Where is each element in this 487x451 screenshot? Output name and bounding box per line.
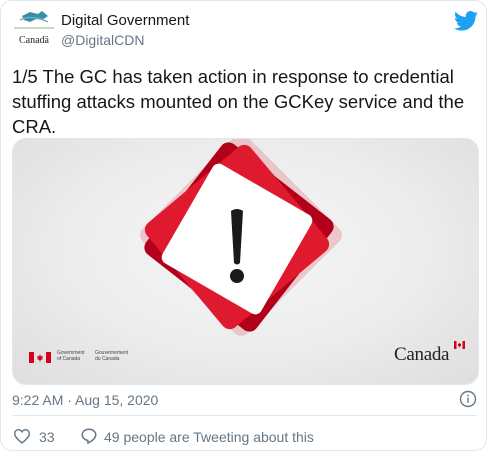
- goc-signature-en: Government of Canada: [57, 350, 85, 362]
- tweet-text: 1/5 The GC has taken action in response …: [12, 66, 465, 137]
- heart-icon[interactable]: [13, 428, 31, 444]
- canada-wordmark: Canada: [394, 344, 450, 365]
- display-name[interactable]: Digital Government: [61, 12, 189, 29]
- tweet-card: Canadä Digital Government @DigitalCDN 1/…: [0, 0, 487, 451]
- like-count[interactable]: 33: [39, 429, 55, 445]
- svg-text:Canadä: Canadä: [19, 35, 50, 46]
- tweet-media-image[interactable]: Government of Canada Gouvernement du Can…: [12, 138, 479, 385]
- goc-signature-fr: Gouvernement du Canada: [95, 350, 129, 362]
- account-handle[interactable]: @DigitalCDN: [61, 32, 144, 48]
- avatar[interactable]: Canadä: [12, 10, 56, 50]
- reply-bubble-icon[interactable]: [80, 427, 98, 445]
- wordmark-flag-icon: [454, 341, 465, 349]
- tweet-timestamp[interactable]: 9:22 AM · Aug 15, 2020: [12, 392, 158, 408]
- canada-flag-icon: [29, 352, 51, 363]
- divider: [12, 415, 477, 416]
- tweeting-about-link[interactable]: 49 people are Tweeting about this: [104, 429, 314, 445]
- twitter-bird-icon[interactable]: [454, 10, 478, 32]
- info-icon[interactable]: [459, 390, 477, 408]
